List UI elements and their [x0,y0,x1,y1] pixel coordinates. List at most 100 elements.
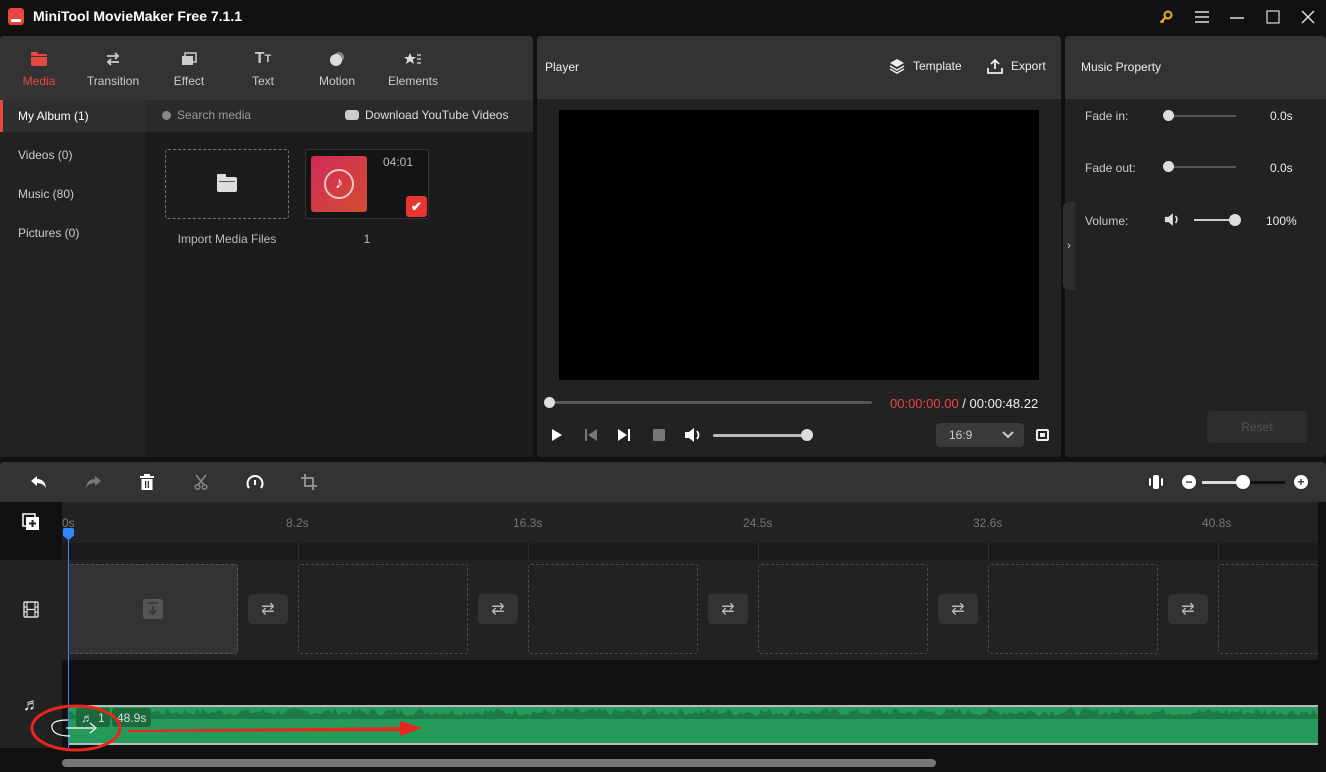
redo-icon [86,476,101,488]
search-input[interactable]: Search media [162,108,251,122]
zoom-out-button[interactable]: − [1182,475,1196,489]
volume-slider[interactable] [713,434,806,437]
play-icon [552,429,562,441]
minus-icon: − [1185,475,1193,489]
crop-icon [301,474,317,490]
tab-transition[interactable]: Transition [77,36,149,100]
tab-media[interactable]: Media [3,36,75,100]
video-preview [559,110,1039,380]
collapse-panel-button[interactable]: › [1063,202,1075,290]
tab-motion[interactable]: Motion [301,36,373,100]
seek-bar[interactable] [549,401,872,404]
crop-button[interactable] [298,472,320,492]
star-list-icon [404,48,422,70]
fade-in-handle[interactable] [1163,110,1174,121]
media-thumbnail[interactable]: ♪ [311,156,367,212]
aspect-ratio-select[interactable]: 16:9 [936,423,1024,447]
zoom-in-button[interactable]: + [1294,475,1308,489]
undo-icon [31,476,46,488]
transition-slot[interactable]: ⇄ [248,594,288,624]
folder-icon [217,173,237,192]
fade-out-slider[interactable] [1168,166,1236,168]
video-drop-slot[interactable] [528,564,698,654]
sphere-icon [329,48,345,70]
timeline-scrollbar[interactable] [62,759,936,767]
fullscreen-button[interactable] [1033,426,1051,444]
delete-button[interactable] [136,472,158,492]
fit-zoom-icon [1149,475,1163,489]
mute-button[interactable] [683,426,703,444]
download-youtube-button[interactable]: Download YouTube Videos [345,108,508,122]
film-icon [23,601,39,621]
toolbar-tabs: Media Transition Effect TT Text Motion E… [0,36,533,100]
previous-frame-button[interactable] [581,426,601,444]
transition-slot[interactable]: ⇄ [708,594,748,624]
undo-button[interactable] [28,472,50,492]
template-button[interactable]: Template [889,58,962,74]
gap-divider [758,543,759,560]
template-label: Template [913,59,962,73]
import-media-label: Import Media Files [177,232,277,246]
music-property-panel [1065,36,1326,457]
audio-clip-index: 1 [98,710,105,725]
video-drop-slot[interactable] [988,564,1158,654]
maximize-icon[interactable] [1261,6,1285,28]
reset-button[interactable]: Reset [1207,411,1307,443]
export-button[interactable]: Export [987,58,1046,74]
checkmark-icon[interactable]: ✔ [406,196,427,217]
video-drop-slot[interactable] [1218,564,1318,654]
sidebar-item-videos[interactable]: Videos (0) [0,139,146,171]
fade-in-slider[interactable] [1168,115,1236,117]
split-button[interactable] [190,472,212,492]
folder-icon [30,48,48,70]
music-volume-handle[interactable] [1229,214,1241,226]
volume-value: 100% [1266,214,1297,228]
sidebar-item-my-album[interactable]: My Album (1) [0,100,146,132]
seek-handle[interactable] [544,397,555,408]
transition-slot[interactable]: ⇄ [1168,594,1208,624]
minimize-icon[interactable] [1225,6,1249,28]
import-media-button[interactable] [165,149,289,219]
search-icon [162,110,171,120]
tab-text[interactable]: TT Text [227,36,299,100]
video-drop-slot[interactable] [298,564,468,654]
plus-icon: + [1297,475,1305,489]
ruler-tick: 32.6s [973,516,1003,530]
tab-effect[interactable]: Effect [153,36,225,100]
sidebar-item-pictures[interactable]: Pictures (0) [0,217,146,249]
redo-button[interactable] [82,472,104,492]
gap-divider [1218,543,1219,560]
total-time: 00:00:48.22 [969,396,1039,411]
music-property-title: Music Property [1081,60,1162,74]
audio-clip[interactable] [68,705,1318,745]
volume-handle[interactable] [801,429,813,441]
menu-icon[interactable] [1190,6,1214,28]
fit-timeline-button[interactable] [1145,472,1167,492]
download-youtube-label: Download YouTube Videos [365,108,509,122]
play-button[interactable] [547,426,567,444]
tab-elements[interactable]: Elements [377,36,449,100]
close-icon[interactable] [1296,6,1320,28]
volume-label: Volume: [1085,214,1129,228]
music-note-icon: ♪ [324,169,354,199]
volume-icon [685,428,700,442]
transition-slot[interactable]: ⇄ [478,594,518,624]
fade-out-handle[interactable] [1163,161,1174,172]
key-icon[interactable] [1154,6,1178,28]
time-display: 00:00:00.00 / 00:00:48.22 [890,396,1038,411]
transition-slot[interactable]: ⇄ [938,594,978,624]
playhead-line[interactable] [68,538,69,748]
app-title: MiniTool MovieMaker Free 7.1.1 [33,8,243,24]
video-drop-slot[interactable] [758,564,928,654]
track-gap [62,543,1318,560]
add-track-button[interactable] [22,513,40,534]
stop-button[interactable] [649,426,669,444]
next-frame-button[interactable] [614,426,634,444]
zoom-handle[interactable] [1236,475,1250,489]
sidebar-item-music[interactable]: Music (80) [0,178,146,210]
swap-icon: ⇄ [1181,601,1195,618]
upload-icon [987,58,1003,74]
speed-button[interactable] [244,472,266,492]
export-label: Export [1011,59,1046,73]
timeline-ruler[interactable] [62,502,1318,543]
